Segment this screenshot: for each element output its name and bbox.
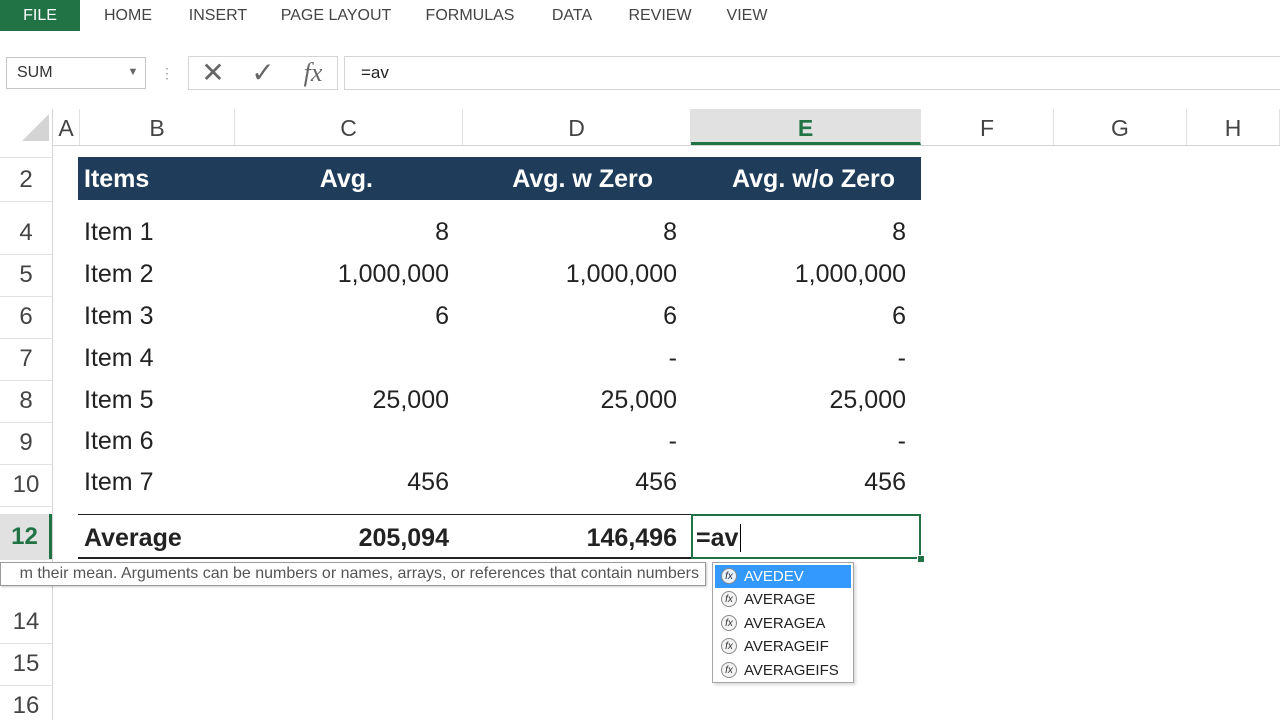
row-header-12[interactable]: 12 (0, 514, 52, 559)
tab-formulas[interactable]: FORMULAS (420, 0, 520, 31)
table-header-avg-wo-zero[interactable]: Avg. w/o Zero (691, 157, 895, 200)
fill-handle[interactable] (917, 555, 925, 563)
column-header-bar: A B C D E F G H (0, 109, 1280, 146)
column-header-g[interactable]: G (1054, 109, 1187, 145)
autocomplete-item-label: AVERAGEA (744, 615, 826, 632)
avg-wo-zero-cell[interactable]: 1,000,000 (691, 254, 906, 294)
avg-wo-zero-cell[interactable]: - (691, 338, 906, 378)
table-header-items[interactable]: Items (84, 157, 149, 200)
avg-wo-zero-cell[interactable]: 25,000 (691, 380, 906, 420)
tab-page-layout[interactable]: PAGE LAYOUT (276, 0, 396, 31)
function-autocomplete-list: fx AVEDEV fx AVERAGE fx AVERAGEA fx AVER… (712, 562, 854, 683)
function-tooltip: m their mean. Arguments can be numbers o… (0, 562, 706, 586)
autocomplete-item-average[interactable]: fx AVERAGE (715, 588, 851, 611)
item-label[interactable]: Item 1 (84, 212, 153, 252)
table-header-avg[interactable]: Avg. (235, 157, 373, 200)
autocomplete-item-averagea[interactable]: fx AVERAGEA (715, 612, 851, 635)
avg-wo-zero-cell[interactable]: 6 (691, 296, 906, 336)
tab-file[interactable]: FILE (0, 0, 80, 31)
column-header-b[interactable]: B (80, 109, 235, 145)
avg-w-zero-cell[interactable]: 6 (463, 296, 677, 336)
chevron-down-icon[interactable]: ▼ (124, 57, 142, 89)
total-label[interactable]: Average (84, 517, 182, 559)
column-header-c[interactable]: C (235, 109, 463, 145)
avg-w-zero-cell[interactable]: - (463, 338, 677, 378)
autocomplete-item-avedev[interactable]: fx AVEDEV (715, 565, 851, 588)
row-header-6[interactable]: 6 (0, 296, 52, 338)
row-header-5[interactable]: 5 (0, 254, 52, 296)
avg-cell[interactable]: 456 (235, 462, 449, 502)
row-divider (0, 201, 52, 202)
column-header-a[interactable]: A (53, 109, 80, 145)
function-icon: fx (721, 568, 737, 584)
avg-cell[interactable]: 6 (235, 296, 449, 336)
total-avg-w-zero-cell[interactable]: 146,496 (463, 517, 677, 559)
tab-insert[interactable]: INSERT (182, 0, 254, 31)
avg-wo-zero-cell[interactable]: 8 (691, 212, 906, 252)
item-label[interactable]: Item 5 (84, 380, 153, 420)
autocomplete-item-label: AVERAGEIFS (744, 662, 839, 679)
item-label[interactable]: Item 7 (84, 462, 153, 502)
item-label[interactable]: Item 6 (84, 421, 153, 461)
total-top-border (78, 514, 691, 515)
total-avg-cell[interactable]: 205,094 (235, 517, 449, 559)
column-header-h[interactable]: H (1187, 109, 1280, 145)
row-divider (0, 506, 52, 507)
avg-cell[interactable]: 1,000,000 (235, 254, 449, 294)
item-label[interactable]: Item 4 (84, 338, 153, 378)
autocomplete-item-averageif[interactable]: fx AVERAGEIF (715, 635, 851, 658)
formula-buttons: ✕ ✓ fx (188, 56, 338, 90)
row-header-15[interactable]: 15 (0, 643, 52, 685)
insert-function-icon[interactable]: fx (293, 57, 333, 89)
function-icon: fx (721, 638, 737, 654)
row-header-4[interactable]: 4 (0, 212, 52, 254)
enter-icon[interactable]: ✓ (243, 57, 283, 89)
function-icon: fx (721, 662, 737, 678)
row-header-bar: 2 4 5 6 7 8 9 10 12 14 15 16 (0, 145, 53, 720)
row-header-10[interactable]: 10 (0, 464, 52, 506)
column-header-e[interactable]: E (691, 109, 921, 145)
avg-cell[interactable]: 8 (235, 212, 449, 252)
formula-input[interactable]: =av (344, 56, 1280, 90)
cancel-icon[interactable]: ✕ (193, 57, 233, 89)
row-divider (0, 559, 52, 560)
ribbon-tabs: FILE HOME INSERT PAGE LAYOUT FORMULAS DA… (0, 0, 1280, 31)
autocomplete-item-label: AVERAGEIF (744, 638, 829, 655)
avg-cell[interactable]: 25,000 (235, 380, 449, 420)
select-all-triangle-icon (22, 114, 49, 141)
row-header-8[interactable]: 8 (0, 380, 52, 422)
tab-review[interactable]: REVIEW (624, 0, 696, 31)
row-header-2[interactable]: 2 (0, 157, 52, 201)
avg-cell[interactable] (235, 338, 449, 378)
function-icon: fx (721, 591, 737, 607)
text-cursor (740, 524, 741, 552)
tab-home[interactable]: HOME (96, 0, 160, 31)
autocomplete-item-averageifs[interactable]: fx AVERAGEIFS (715, 659, 851, 682)
column-header-d[interactable]: D (463, 109, 691, 145)
item-label[interactable]: Item 2 (84, 254, 153, 294)
grip-dots-icon[interactable]: ⋮ (160, 60, 174, 86)
autocomplete-item-label: AVEDEV (744, 568, 804, 585)
avg-w-zero-cell[interactable]: 456 (463, 462, 677, 502)
avg-wo-zero-cell[interactable]: - (691, 421, 906, 461)
function-icon: fx (721, 615, 737, 631)
avg-w-zero-cell[interactable]: - (463, 421, 677, 461)
avg-wo-zero-cell[interactable]: 456 (691, 462, 906, 502)
item-label[interactable]: Item 3 (84, 296, 153, 336)
avg-w-zero-cell[interactable]: 8 (463, 212, 677, 252)
avg-w-zero-cell[interactable]: 1,000,000 (463, 254, 677, 294)
column-header-f[interactable]: F (921, 109, 1054, 145)
active-cell-text[interactable]: =av (696, 516, 738, 558)
table-header-avg-w-zero[interactable]: Avg. w Zero (463, 157, 653, 200)
autocomplete-item-label: AVERAGE (744, 591, 816, 608)
row-header-7[interactable]: 7 (0, 338, 52, 380)
avg-cell[interactable] (235, 421, 449, 461)
row-header-14[interactable]: 14 (0, 601, 52, 643)
tab-data[interactable]: DATA (544, 0, 600, 31)
tab-view[interactable]: VIEW (720, 0, 774, 31)
row-header-16[interactable]: 16 (0, 685, 52, 727)
row-header-9[interactable]: 9 (0, 422, 52, 464)
avg-w-zero-cell[interactable]: 25,000 (463, 380, 677, 420)
